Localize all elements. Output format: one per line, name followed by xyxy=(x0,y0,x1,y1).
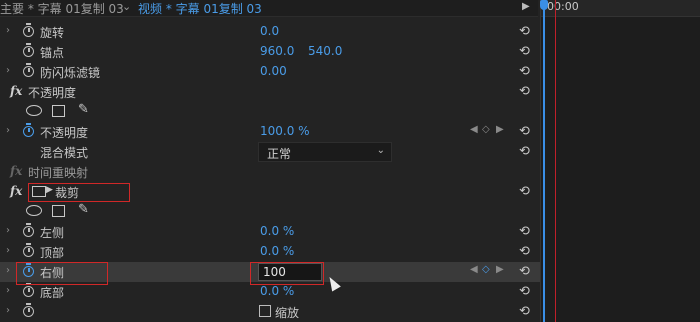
property-label: 底部 xyxy=(40,286,65,300)
stopwatch-icon[interactable] xyxy=(23,63,34,77)
property-label: 锚点 xyxy=(40,46,65,60)
stopwatch-icon[interactable] xyxy=(23,263,34,277)
rectangle-mask-icon[interactable] xyxy=(52,205,65,217)
opacity-value[interactable]: 100.0 % xyxy=(260,124,310,138)
next-keyframe-icon[interactable]: ▶ xyxy=(496,124,504,135)
next-keyframe-icon[interactable]: ▶ xyxy=(496,264,504,275)
right-value-input[interactable]: 100 xyxy=(258,263,322,281)
reset-icon[interactable]: ⟲ xyxy=(519,44,530,59)
stopwatch-icon[interactable] xyxy=(23,223,34,237)
property-row-top: › 顶部 0.0 % ⟲ xyxy=(0,242,540,262)
time-ruler[interactable]: 00:00 xyxy=(541,0,700,17)
reset-icon[interactable]: ⟲ xyxy=(519,284,530,299)
effect-row-crop: fx ▶ 裁剪 ⟲ xyxy=(0,182,540,202)
reset-icon[interactable]: ⟲ xyxy=(519,144,530,159)
stopwatch-icon[interactable] xyxy=(23,303,34,317)
expand-chevron-icon[interactable]: › xyxy=(6,65,10,76)
stopwatch-icon[interactable] xyxy=(23,43,34,57)
rectangle-mask-icon[interactable] xyxy=(52,105,65,117)
chevron-down-icon: ⌄ xyxy=(376,145,385,156)
effect-label[interactable]: 时间重映射 xyxy=(28,164,88,181)
property-row-rotation: › 旋转 0.0 ⟲ xyxy=(0,22,540,42)
pen-icon[interactable]: ✎ xyxy=(78,202,89,217)
playhead-handle[interactable] xyxy=(540,0,548,10)
property-label: 防闪烁滤镜 xyxy=(40,66,101,80)
zoom-checkbox[interactable] xyxy=(259,305,271,317)
property-row-anchor: 锚点 960.0 540.0 ⟲ xyxy=(0,42,540,62)
expand-chevron-icon[interactable]: › xyxy=(6,25,10,36)
effect-row-opacity: fx 不透明度 ⟲ xyxy=(0,82,540,102)
mask-tools-row: ✎ xyxy=(0,202,540,222)
expand-chevron-icon[interactable]: › xyxy=(6,225,10,236)
reset-icon[interactable]: ⟲ xyxy=(519,84,530,99)
zoom-label: 缩放 xyxy=(275,306,300,320)
rotation-value[interactable]: 0.0 xyxy=(260,24,279,38)
ellipse-mask-icon[interactable] xyxy=(26,205,42,216)
stopwatch-icon[interactable] xyxy=(23,283,34,297)
property-label: 右侧 xyxy=(40,266,65,280)
blend-mode-select[interactable]: 正常 ⌄ xyxy=(258,142,392,162)
property-label: 旋转 xyxy=(40,26,65,40)
stopwatch-icon[interactable] xyxy=(23,23,34,37)
fx-icon[interactable]: fx xyxy=(10,164,22,178)
add-keyframe-icon[interactable]: ◇ xyxy=(482,264,490,275)
timecode-label: 00:00 xyxy=(547,0,579,13)
right-value: 100 xyxy=(263,265,286,279)
add-keyframe-icon[interactable]: ◇ xyxy=(482,124,490,135)
effect-label[interactable]: 不透明度 xyxy=(28,84,76,101)
property-label: 混合模式 xyxy=(40,146,89,160)
ellipse-mask-icon[interactable] xyxy=(26,105,42,116)
property-label: 左侧 xyxy=(40,226,65,240)
property-row-right: › 右侧 100 ◀ ◇ ▶ ⟲ xyxy=(0,262,540,282)
anchor-y-value[interactable]: 540.0 xyxy=(308,44,342,58)
property-row-bottom: › 底部 0.0 % ⟲ xyxy=(0,282,540,302)
bottom-value[interactable]: 0.0 % xyxy=(260,284,294,298)
reset-icon[interactable]: ⟲ xyxy=(519,64,530,79)
reset-icon[interactable]: ⟲ xyxy=(519,24,530,39)
reset-icon[interactable]: ⟲ xyxy=(519,184,530,199)
work-area-marker xyxy=(555,0,556,322)
play-triangle-icon[interactable]: ▶ xyxy=(522,1,530,12)
property-row-zoom: › 缩放 ⟲ xyxy=(0,302,540,322)
reset-icon[interactable]: ⟲ xyxy=(519,124,530,139)
blend-mode-value: 正常 xyxy=(267,147,292,161)
top-value[interactable]: 0.0 % xyxy=(260,244,294,258)
effect-label[interactable]: 裁剪 xyxy=(55,184,79,201)
expand-chevron-icon[interactable]: › xyxy=(6,125,10,136)
master-clip-tab[interactable]: 主要 * 字幕 01复制 03 xyxy=(0,0,124,17)
crop-icon xyxy=(32,186,46,197)
play-triangle-icon: ▶ xyxy=(46,185,53,195)
stopwatch-icon[interactable] xyxy=(23,123,34,137)
chevron-down-icon[interactable]: ⌄ xyxy=(122,0,131,13)
left-value[interactable]: 0.0 % xyxy=(260,224,294,238)
clip-tab[interactable]: 视频 * 字幕 01复制 03 xyxy=(138,0,262,17)
property-row-left: › 左侧 0.0 % ⟲ xyxy=(0,222,540,242)
property-row-antiflicker: › 防闪烁滤镜 0.00 ⟲ xyxy=(0,62,540,82)
mask-tools-row: ✎ xyxy=(0,102,540,122)
effect-row-time-remap: fx 时间重映射 xyxy=(0,162,540,182)
playhead[interactable] xyxy=(540,0,548,322)
property-label: 顶部 xyxy=(40,246,65,260)
fx-icon[interactable]: fx xyxy=(10,184,22,198)
stopwatch-icon[interactable] xyxy=(23,243,34,257)
expand-chevron-icon[interactable]: › xyxy=(6,265,10,276)
antiflicker-value[interactable]: 0.00 xyxy=(260,64,287,78)
reset-icon[interactable]: ⟲ xyxy=(519,264,530,279)
reset-icon[interactable]: ⟲ xyxy=(519,224,530,239)
timeline-panel[interactable]: 00:00 xyxy=(540,0,700,322)
fx-icon[interactable]: fx xyxy=(10,84,22,98)
reset-icon[interactable]: ⟲ xyxy=(519,244,530,259)
expand-chevron-icon[interactable]: › xyxy=(6,285,10,296)
property-row-blend-mode: 混合模式 正常 ⌄ ⟲ xyxy=(0,142,540,162)
anchor-x-value[interactable]: 960.0 xyxy=(260,44,294,58)
expand-chevron-icon[interactable]: › xyxy=(6,305,10,316)
expand-chevron-icon[interactable]: › xyxy=(6,245,10,256)
reset-icon[interactable]: ⟲ xyxy=(519,304,530,319)
pen-icon[interactable]: ✎ xyxy=(78,102,89,117)
property-row-opacity: › 不透明度 100.0 % ◀ ◇ ▶ ⟲ xyxy=(0,122,540,142)
effect-controls-header: 主要 * 字幕 01复制 03 ⌄ 视频 * 字幕 01复制 03 ▶ xyxy=(0,0,538,17)
prev-keyframe-icon[interactable]: ◀ xyxy=(470,264,478,275)
prev-keyframe-icon[interactable]: ◀ xyxy=(470,124,478,135)
property-label: 不透明度 xyxy=(40,126,89,140)
